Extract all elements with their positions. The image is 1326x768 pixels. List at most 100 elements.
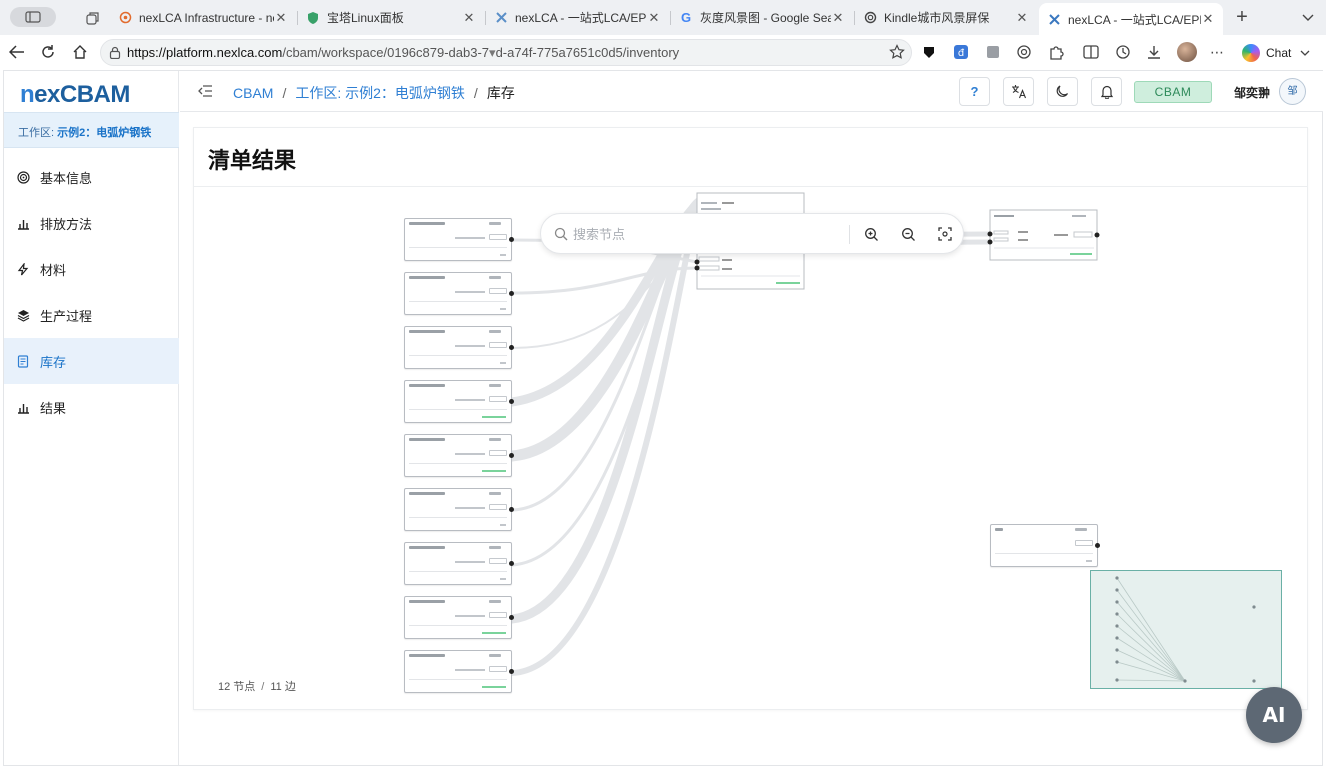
cbam-module-tag[interactable]: CBAM	[1134, 81, 1212, 103]
nexlca-favicon-icon	[494, 11, 508, 25]
minimap-graph	[1115, 576, 1256, 683]
breadcrumb-workspace[interactable]: 工作区: 示例2：电弧炉钢铁	[295, 83, 465, 103]
avatar[interactable]: 邹	[1279, 78, 1306, 105]
collapse-sidebar-button[interactable]	[197, 83, 213, 99]
flow-node[interactable]	[404, 380, 514, 423]
help-button[interactable]: ?	[959, 77, 990, 106]
nexlca-favicon-icon	[1047, 12, 1061, 26]
sidebar-item-materials[interactable]: 材料	[4, 246, 179, 292]
zoom-out-icon	[901, 227, 915, 241]
profile-avatar[interactable]	[1177, 42, 1197, 62]
back-button[interactable]	[8, 43, 26, 61]
browser-tab-3[interactable]: nexLCA - 一站式LCA/EPD平 ✕	[486, 4, 669, 31]
tabs-stack-icon	[86, 12, 99, 25]
url-field[interactable]: https://platform.nexlca.com/cbam/workspa…	[100, 39, 912, 66]
grey-extension-icon[interactable]	[985, 44, 1001, 60]
flow-node[interactable]	[404, 650, 514, 693]
fit-view-button[interactable]	[936, 225, 954, 243]
bar-chart-icon	[16, 216, 30, 230]
openai-extension-icon[interactable]	[1016, 44, 1032, 60]
chevron-down-icon	[1302, 14, 1314, 21]
flow-node[interactable]	[404, 488, 514, 531]
edge-count: 11 边	[270, 681, 296, 693]
zoom-in-button[interactable]	[862, 225, 880, 243]
sidebar-item-results[interactable]: 结果	[4, 384, 179, 430]
sidebar-item-emission-methods[interactable]: 排放方法	[4, 200, 179, 246]
flow-node[interactable]	[404, 434, 514, 477]
browser-chrome: nexLCA Infrastructure - ne ✕ 宝塔Linux面板 ✕…	[0, 0, 1326, 70]
home-button[interactable]	[71, 43, 89, 61]
node-count: 12 节点	[218, 681, 256, 693]
gear-favicon-icon	[118, 11, 132, 25]
fit-view-icon	[938, 227, 952, 241]
tab-actions-button[interactable]	[82, 8, 102, 28]
close-tab-icon[interactable]: ✕	[831, 10, 845, 26]
search-icon	[554, 227, 568, 241]
openai-favicon-icon	[863, 11, 877, 25]
close-tab-icon[interactable]: ✕	[647, 10, 661, 26]
reload-button[interactable]	[39, 43, 57, 61]
flow-node[interactable]	[404, 326, 514, 369]
theme-toggle-button[interactable]	[1047, 77, 1078, 106]
user-name[interactable]: 邹奕翀	[1234, 84, 1270, 101]
close-tab-icon[interactable]: ✕	[1015, 10, 1029, 26]
puzzle-extension-icon[interactable]	[1048, 44, 1064, 60]
browser-tab-5[interactable]: Kindle城市风景屏保 ✕	[855, 4, 1037, 31]
bell-icon	[1100, 85, 1113, 99]
copilot-logo-icon	[1242, 44, 1260, 62]
close-tab-icon[interactable]: ✕	[1201, 11, 1215, 27]
copilot-chat-button[interactable]: Chat	[1242, 43, 1310, 63]
zoom-out-button[interactable]	[899, 225, 917, 243]
flow-canvas[interactable]: 12 节点 / 11 边	[194, 188, 1307, 708]
sidebar-item-production-process[interactable]: 生产过程	[4, 292, 179, 338]
ai-assistant-button[interactable]: AI	[1246, 687, 1302, 743]
breadcrumb-separator: /	[282, 85, 287, 101]
favorite-star-icon[interactable]	[889, 44, 905, 65]
browser-tab-1[interactable]: nexLCA Infrastructure - ne ✕	[110, 4, 296, 31]
download-icon[interactable]	[1146, 44, 1162, 60]
layers-icon	[16, 308, 30, 322]
address-bar: https://platform.nexlca.com/cbam/workspa…	[0, 35, 1326, 70]
browser-tab-4[interactable]: G 灰度风景图 - Google Search ✕	[671, 4, 853, 31]
split-screen-icon[interactable]	[1083, 44, 1099, 60]
notifications-button[interactable]	[1091, 77, 1122, 106]
breadcrumb-cbam[interactable]: CBAM	[233, 85, 273, 101]
breadcrumb: CBAM / 工作区: 示例2：电弧炉钢铁 / 库存	[233, 83, 515, 103]
reload-icon	[42, 45, 54, 58]
sidebar-toggle-button[interactable]	[10, 7, 56, 27]
new-tab-button[interactable]: +	[1232, 6, 1252, 28]
url-text: https://platform.nexlca.com/cbam/workspa…	[127, 44, 680, 60]
divider	[194, 186, 1307, 187]
divider	[849, 225, 850, 244]
brand-logo[interactable]: nexCBAM	[20, 81, 130, 108]
flow-node[interactable]	[990, 524, 1100, 567]
sidebar-icon	[25, 11, 41, 23]
lock-icon	[109, 46, 121, 59]
more-menu-icon[interactable]: ⋯	[1209, 44, 1225, 60]
history-icon[interactable]	[1115, 44, 1131, 60]
flow-node[interactable]	[404, 272, 514, 315]
language-button[interactable]	[1003, 77, 1034, 106]
tab-menu-button[interactable]	[1298, 8, 1318, 28]
inventory-card: 清单结果 搜索节点 12 节点 / 11 边	[193, 127, 1308, 710]
browser-tab-6-active[interactable]: nexLCA - 一站式LCA/EPD平 ✕	[1039, 3, 1223, 35]
output-node[interactable]	[989, 209, 1098, 261]
browser-tab-2[interactable]: 宝塔Linux面板 ✕	[298, 4, 484, 31]
flow-node[interactable]	[404, 218, 514, 261]
wallet-extension-icon[interactable]	[921, 44, 937, 60]
google-favicon-icon: G	[680, 10, 692, 25]
flow-minimap[interactable]	[1090, 570, 1282, 689]
translate-extension-icon[interactable]: đ	[953, 44, 969, 60]
sidebar-menu: 基本信息 排放方法 材料 生产过程 库存 结果	[4, 154, 179, 430]
document-icon	[16, 354, 30, 368]
sidebar-item-basic-info[interactable]: 基本信息	[4, 154, 179, 200]
search-input[interactable]	[573, 223, 843, 245]
flow-node[interactable]	[404, 596, 514, 639]
close-tab-icon[interactable]: ✕	[462, 10, 476, 26]
breadcrumb-separator: /	[473, 85, 478, 101]
flow-node[interactable]	[404, 542, 514, 585]
sidebar: nexCBAM 工作区: 示例2：电弧炉钢铁 基本信息 排放方法 材料 生产过程…	[4, 71, 179, 765]
sidebar-item-inventory[interactable]: 库存	[4, 338, 179, 384]
target-icon	[16, 170, 30, 184]
close-tab-icon[interactable]: ✕	[274, 10, 288, 26]
